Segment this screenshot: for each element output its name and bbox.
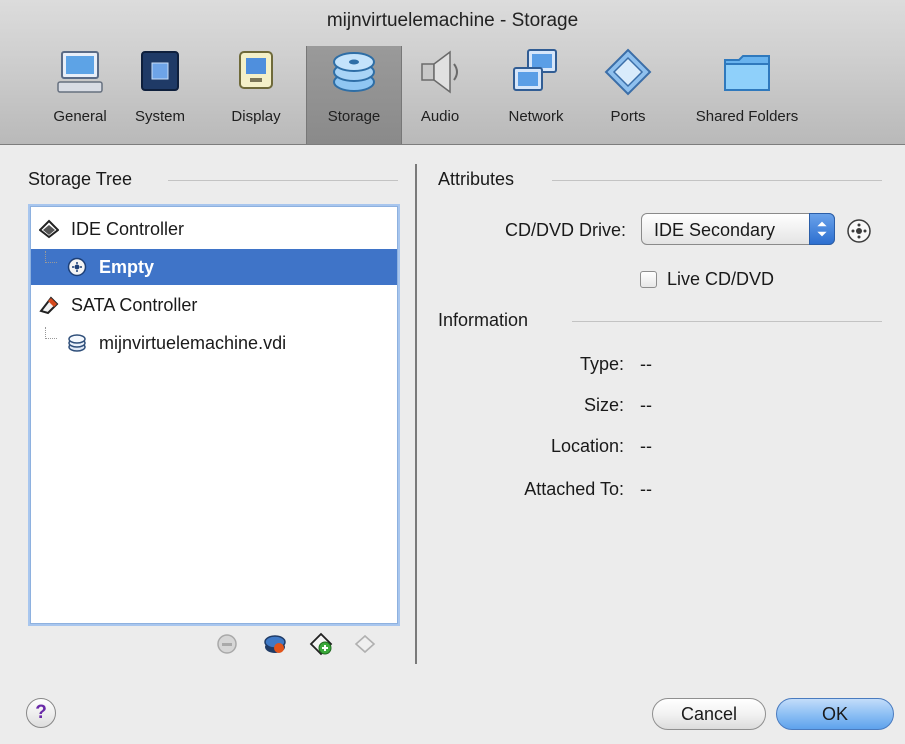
toolbar-network[interactable]: Network — [488, 46, 584, 144]
choose-disk-icon[interactable] — [846, 218, 872, 244]
attached-to-label: Attached To: — [524, 479, 624, 499]
cd-dvd-drive-select[interactable]: IDE Secondary — [641, 213, 835, 245]
size-label: Size: — [583, 395, 624, 415]
type-label: Type: — [579, 354, 624, 374]
panel-divider — [415, 164, 417, 664]
type-value: -- — [640, 354, 652, 374]
speaker-icon — [421, 50, 458, 94]
toolbar-label: Shared Folders — [695, 108, 799, 125]
cd-icon — [67, 257, 87, 277]
ide-controller-icon — [39, 219, 59, 239]
toolbar-label: Ports — [610, 108, 646, 125]
storage-tree-title: Storage Tree — [28, 169, 133, 189]
tree-item-label: IDE Controller — [71, 219, 185, 239]
tree-item-empty[interactable]: Empty — [31, 249, 397, 285]
storage-tree[interactable]: IDE Controller Empty SATA Controller mij… — [30, 206, 398, 624]
group-divider — [168, 180, 398, 181]
ok-button[interactable]: OK — [776, 698, 894, 730]
tree-item-label: mijnvirtuelemachine.vdi — [99, 333, 287, 353]
cd-dvd-drive-label: CD/DVD Drive: — [504, 220, 626, 240]
cd-dvd-drive-value: IDE Secondary — [654, 220, 776, 240]
toolbar-label: System — [134, 108, 185, 125]
toolbar-label: Display — [231, 108, 281, 125]
attached-to-value: -- — [640, 479, 652, 499]
size-value: -- — [640, 395, 652, 415]
toolbar-system[interactable]: System — [112, 46, 208, 144]
group-divider — [552, 180, 882, 181]
titlebar: mijnvirtuelemachine - Storage General Sy… — [0, 0, 905, 145]
display-icon — [239, 51, 273, 89]
folder-icon — [724, 55, 770, 91]
sata-controller-icon — [39, 296, 59, 315]
attributes-title: Attributes — [438, 169, 515, 189]
group-divider — [572, 321, 882, 322]
toolbar-ports[interactable]: Ports — [580, 46, 676, 144]
tree-item-ide-controller[interactable]: IDE Controller — [31, 211, 397, 247]
tree-toolbar — [215, 632, 395, 660]
tree-item-label: Empty — [99, 257, 155, 277]
remove-controller-icon[interactable] — [353, 632, 377, 656]
window-title: mijnvirtuelemachine - Storage — [326, 10, 579, 31]
settings-window: mijnvirtuelemachine - Storage General Sy… — [0, 0, 905, 744]
live-cd-label: Live CD/DVD — [667, 269, 775, 289]
chip-icon — [141, 51, 179, 91]
toolbar-label: Audio — [420, 108, 460, 125]
tree-item-label: SATA Controller — [71, 295, 198, 315]
toolbar-label: Storage — [327, 108, 381, 125]
network-icon — [513, 49, 557, 91]
toolbar-label: Network — [508, 108, 564, 125]
tree-item-sata-controller[interactable]: SATA Controller — [31, 287, 397, 323]
tree-branch-line — [45, 327, 57, 339]
tree-item-vdi[interactable]: mijnvirtuelemachine.vdi — [31, 325, 397, 361]
hard-disk-icon — [68, 334, 86, 352]
toolbar-storage[interactable]: Storage — [306, 46, 402, 144]
information-title: Information — [438, 310, 529, 330]
toolbar-display[interactable]: Display — [208, 46, 304, 144]
remove-attachment-icon[interactable] — [215, 632, 239, 656]
tree-branch-line — [45, 251, 57, 263]
ports-icon — [604, 48, 652, 96]
monitor-icon — [57, 51, 103, 93]
disk-stack-icon — [333, 52, 375, 92]
cancel-button[interactable]: Cancel — [652, 698, 766, 730]
live-cd-checkbox[interactable] — [640, 271, 657, 288]
help-button[interactable]: ? — [26, 698, 56, 728]
toolbar-audio[interactable]: Audio — [392, 46, 488, 144]
toolbar-shared-folders[interactable]: Shared Folders — [674, 46, 820, 144]
select-arrows-icon — [809, 213, 835, 245]
add-attachment-icon[interactable] — [263, 632, 287, 656]
location-value: -- — [640, 436, 652, 456]
add-controller-icon[interactable] — [309, 632, 333, 656]
location-label: Location: — [550, 436, 624, 456]
